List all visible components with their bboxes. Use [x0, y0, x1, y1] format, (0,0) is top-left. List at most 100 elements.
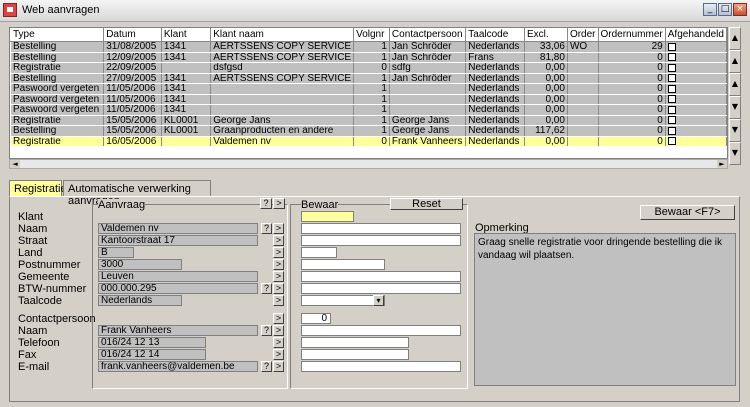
- table-cell[interactable]: [388, 83, 467, 95]
- tab-registratie[interactable]: Registratie: [9, 180, 67, 197]
- table-cell[interactable]: 1341: [160, 72, 212, 84]
- table-cell[interactable]: [160, 135, 212, 147]
- afgehandeld-checkbox[interactable]: [667, 95, 676, 104]
- table-cell[interactable]: 0,00: [524, 93, 568, 105]
- table-cell[interactable]: 0: [353, 135, 390, 147]
- column-header[interactable]: Afgehandeld: [664, 28, 727, 42]
- column-header[interactable]: Klant: [160, 28, 212, 42]
- table-cell[interactable]: 1: [353, 114, 390, 126]
- table-cell[interactable]: 0,00: [524, 72, 568, 84]
- table-cell[interactable]: 0: [597, 72, 666, 84]
- column-header[interactable]: Excl.: [524, 28, 568, 42]
- table-cell[interactable]: 1: [353, 93, 390, 105]
- table-cell[interactable]: Jan Schröder: [388, 72, 467, 84]
- copy-telefoon-button[interactable]: >: [273, 337, 284, 348]
- help-naam-button[interactable]: ?: [261, 223, 272, 234]
- table-cell[interactable]: 33,06: [524, 41, 568, 53]
- table-cell[interactable]: Paswoord vergeten: [10, 104, 105, 116]
- table-cell[interactable]: 15/05/2006: [103, 114, 162, 126]
- table-cell[interactable]: [566, 83, 599, 95]
- table-cell[interactable]: [664, 41, 727, 53]
- table-cell[interactable]: 15/05/2006: [103, 125, 162, 137]
- bewaar-naam-input[interactable]: [301, 223, 461, 234]
- vertical-scrollbar[interactable]: ▲ ▲ ▲ ▼ ▼ ▼: [729, 27, 741, 167]
- column-header[interactable]: Order: [566, 28, 599, 42]
- table-cell[interactable]: Paswoord vergeten: [10, 93, 105, 105]
- column-header[interactable]: Volgnr: [353, 28, 390, 42]
- table-cell[interactable]: Nederlands: [465, 135, 525, 147]
- table-cell[interactable]: 0: [597, 125, 666, 137]
- table-row[interactable]: Paswoord vergeten 11/05/2006 1341 1 Nederlan…: [10, 104, 727, 116]
- table-cell[interactable]: [160, 62, 212, 74]
- table-row[interactable]: Registratie 22/09/2005 dsfgsd 0 sdfg Nederlan…: [10, 62, 727, 74]
- column-header[interactable]: Klant naam: [210, 28, 355, 42]
- table-cell[interactable]: [664, 51, 727, 63]
- table-cell[interactable]: sdfg: [388, 62, 467, 74]
- copy-postnummer-button[interactable]: >: [273, 259, 284, 270]
- table-cell[interactable]: Bestelling: [10, 51, 105, 63]
- table-cell[interactable]: George Jans: [388, 125, 467, 137]
- bewaar-postnummer-input[interactable]: [301, 259, 385, 270]
- table-cell[interactable]: 11/05/2006: [103, 93, 162, 105]
- table-row[interactable]: Bestelling 15/05/2006 KL0001 Graanproducten…: [10, 125, 727, 137]
- table-cell[interactable]: 0: [597, 104, 666, 116]
- table-cell[interactable]: [664, 93, 727, 105]
- afgehandeld-checkbox[interactable]: [667, 84, 676, 93]
- bewaar-contactpersoon-input[interactable]: 0: [301, 313, 331, 324]
- table-cell[interactable]: Frans: [465, 51, 525, 63]
- table-cell[interactable]: Jan Schröder: [388, 41, 467, 53]
- table-cell[interactable]: Paswoord vergeten: [10, 83, 105, 95]
- table-cell[interactable]: 1: [353, 51, 390, 63]
- copy-straat-button[interactable]: >: [273, 235, 284, 246]
- reset-button[interactable]: Reset: [390, 198, 463, 210]
- help-contact-naam-button[interactable]: ?: [261, 325, 272, 336]
- table-cell[interactable]: Jan Schröder: [388, 51, 467, 63]
- table-cell[interactable]: [566, 104, 599, 116]
- copy-land-button[interactable]: >: [273, 247, 284, 258]
- table-cell[interactable]: 27/09/2005: [103, 72, 162, 84]
- table-cell[interactable]: 1: [353, 125, 390, 137]
- table-cell[interactable]: [664, 72, 727, 84]
- table-cell[interactable]: Nederlands: [465, 41, 525, 53]
- afgehandeld-checkbox[interactable]: [667, 126, 676, 135]
- table-cell[interactable]: dsfgsd: [210, 62, 355, 74]
- table-cell[interactable]: AERTSSENS COPY SERVICE: [210, 41, 355, 53]
- copy-email-button[interactable]: >: [273, 361, 284, 372]
- close-button[interactable]: ×: [733, 3, 747, 16]
- table-cell[interactable]: 22/09/2005: [103, 62, 162, 74]
- scroll-top-icon[interactable]: ▲: [729, 27, 741, 50]
- table-cell[interactable]: [664, 104, 727, 116]
- table-cell[interactable]: 0,00: [524, 135, 568, 147]
- table-row[interactable]: Bestelling 27/09/2005 1341 AERTSSENS COPY S…: [10, 72, 727, 84]
- copy-naam-button[interactable]: >: [273, 223, 284, 234]
- afgehandeld-checkbox[interactable]: [667, 63, 676, 72]
- table-cell[interactable]: AERTSSENS COPY SERVICE: [210, 72, 355, 84]
- tab-automatische-verwerking[interactable]: Automatische verwerking aanvragen: [63, 180, 211, 207]
- table-cell[interactable]: Valdemen nv: [210, 135, 355, 147]
- table-cell[interactable]: 31/08/2005: [103, 41, 162, 53]
- bewaar-gemeente-input[interactable]: [301, 271, 461, 282]
- afgehandeld-checkbox[interactable]: [667, 116, 676, 125]
- table-cell[interactable]: Registratie: [10, 62, 105, 74]
- table-cell[interactable]: [566, 114, 599, 126]
- help-btw-button[interactable]: ?: [261, 283, 272, 294]
- table-cell[interactable]: 0: [597, 135, 666, 147]
- horizontal-scrollbar[interactable]: ◄ ►: [9, 159, 728, 169]
- table-cell[interactable]: Registratie: [10, 135, 105, 147]
- table-cell[interactable]: [566, 72, 599, 84]
- table-cell[interactable]: 0,00: [524, 104, 568, 116]
- table-cell[interactable]: 1341: [160, 41, 212, 53]
- column-header[interactable]: Type: [10, 28, 105, 42]
- table-cell[interactable]: 1: [353, 41, 390, 53]
- table-cell[interactable]: 1341: [160, 83, 212, 95]
- table-cell[interactable]: Bestelling: [10, 125, 105, 137]
- afgehandeld-checkbox[interactable]: [667, 74, 676, 83]
- copy-taalcode-button[interactable]: >: [273, 295, 284, 306]
- scroll-left-icon[interactable]: ◄: [10, 160, 20, 168]
- bewaar-btw-input[interactable]: [301, 283, 461, 294]
- table-cell[interactable]: Nederlands: [465, 93, 525, 105]
- table-cell[interactable]: [664, 62, 727, 74]
- table-cell[interactable]: Nederlands: [465, 62, 525, 74]
- table-cell[interactable]: [210, 104, 355, 116]
- table-row[interactable]: Paswoord vergeten 11/05/2006 1341 1 Nederlan…: [10, 83, 727, 95]
